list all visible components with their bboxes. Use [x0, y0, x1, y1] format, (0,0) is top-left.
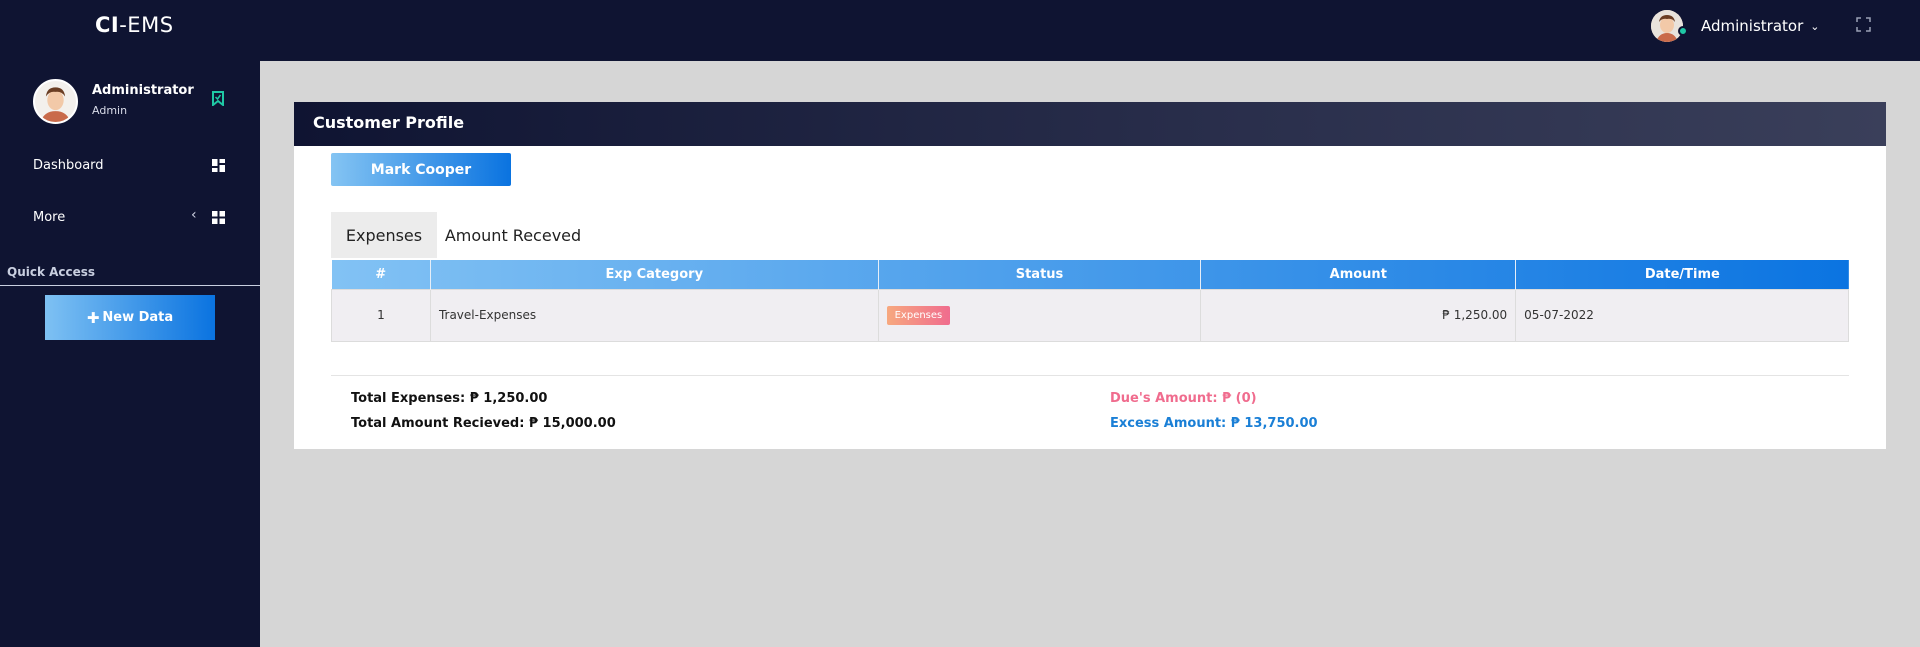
profile-avatar: [33, 79, 78, 124]
profile-name: Administrator: [92, 83, 194, 98]
brand-logo[interactable]: CI-EMS: [95, 13, 174, 37]
column-header-category: Exp Category: [430, 260, 879, 289]
total-expenses-summary: Total Expenses: ₱ 1,250.00: [351, 391, 547, 406]
fullscreen-icon[interactable]: [1855, 16, 1872, 33]
row-number: 1: [331, 288, 431, 342]
bookmark-icon[interactable]: [212, 91, 224, 106]
due-amount-value: ₱ (0): [1222, 391, 1257, 406]
new-data-button[interactable]: ✚ New Data: [45, 295, 215, 340]
user-name: Administrator: [1701, 17, 1804, 35]
sidebar: Administrator Admin Dashboard More ‹ Qui…: [0, 61, 260, 647]
divider: [0, 285, 260, 286]
brand-prefix: CI: [95, 13, 120, 37]
total-received-value: ₱ 15,000.00: [528, 416, 616, 431]
column-header-amount: Amount: [1200, 260, 1517, 289]
row-datetime: 05-07-2022: [1515, 288, 1849, 342]
expenses-table: # Exp Category Status Amount Date/Time 1…: [331, 260, 1849, 342]
chevron-down-icon: ⌄: [1810, 19, 1820, 33]
customer-profile-card: Customer Profile Mark Cooper Expenses Am…: [294, 102, 1886, 449]
dashboard-icon: [212, 159, 225, 172]
grid-icon: [212, 211, 225, 224]
column-header-number: #: [331, 260, 431, 289]
tab-expenses[interactable]: Expenses: [331, 212, 437, 258]
table-row: 1 Travel-Expenses Expenses ₱ 1,250.00 05…: [331, 288, 1849, 342]
user-menu[interactable]: Administrator ⌄: [1651, 9, 1819, 43]
top-bar: CI-EMS Administrator ⌄: [0, 0, 1920, 61]
row-status-cell: Expenses: [877, 288, 1202, 342]
total-expenses-label: Total Expenses:: [351, 391, 466, 406]
sidebar-item-dashboard[interactable]: Dashboard: [0, 148, 260, 184]
plus-icon: ✚: [86, 308, 100, 327]
row-amount: ₱ 1,250.00: [1200, 288, 1517, 342]
row-category: Travel-Expenses: [429, 288, 879, 342]
excess-amount-value: ₱ 13,750.00: [1230, 416, 1318, 431]
new-data-label: New Data: [102, 310, 174, 325]
card-header: Customer Profile: [294, 102, 1886, 146]
summary-divider: [331, 375, 1849, 376]
status-badge: Expenses: [886, 305, 951, 325]
tab-amount-received[interactable]: Amount Receved: [443, 212, 583, 258]
online-status-icon: [1678, 26, 1688, 36]
table-header-row: # Exp Category Status Amount Date/Time: [331, 260, 1849, 289]
profile-role: Admin: [92, 104, 128, 117]
quick-access-label: Quick Access: [7, 265, 96, 279]
sidebar-item-more[interactable]: More ‹: [0, 200, 260, 236]
column-header-status: Status: [878, 260, 1202, 289]
chevron-left-icon: ‹: [191, 207, 197, 223]
user-avatar: [1651, 10, 1683, 42]
sidebar-item-label: More: [33, 210, 66, 225]
excess-amount-summary: Excess Amount: ₱ 13,750.00: [1110, 416, 1318, 431]
due-amount-label: Due's Amount:: [1110, 391, 1218, 406]
sidebar-item-label: Dashboard: [33, 158, 104, 173]
total-received-summary: Total Amount Recieved: ₱ 15,000.00: [351, 416, 616, 431]
total-received-label: Total Amount Recieved:: [351, 416, 525, 431]
excess-amount-label: Excess Amount:: [1110, 416, 1227, 431]
customer-name-button[interactable]: Mark Cooper: [331, 153, 511, 186]
column-header-datetime: Date/Time: [1644, 266, 1720, 282]
brand-suffix: -EMS: [119, 13, 174, 37]
total-expenses-value: ₱ 1,250.00: [469, 391, 548, 406]
due-amount-summary: Due's Amount: ₱ (0): [1110, 391, 1257, 406]
page-title: Customer Profile: [313, 113, 465, 132]
